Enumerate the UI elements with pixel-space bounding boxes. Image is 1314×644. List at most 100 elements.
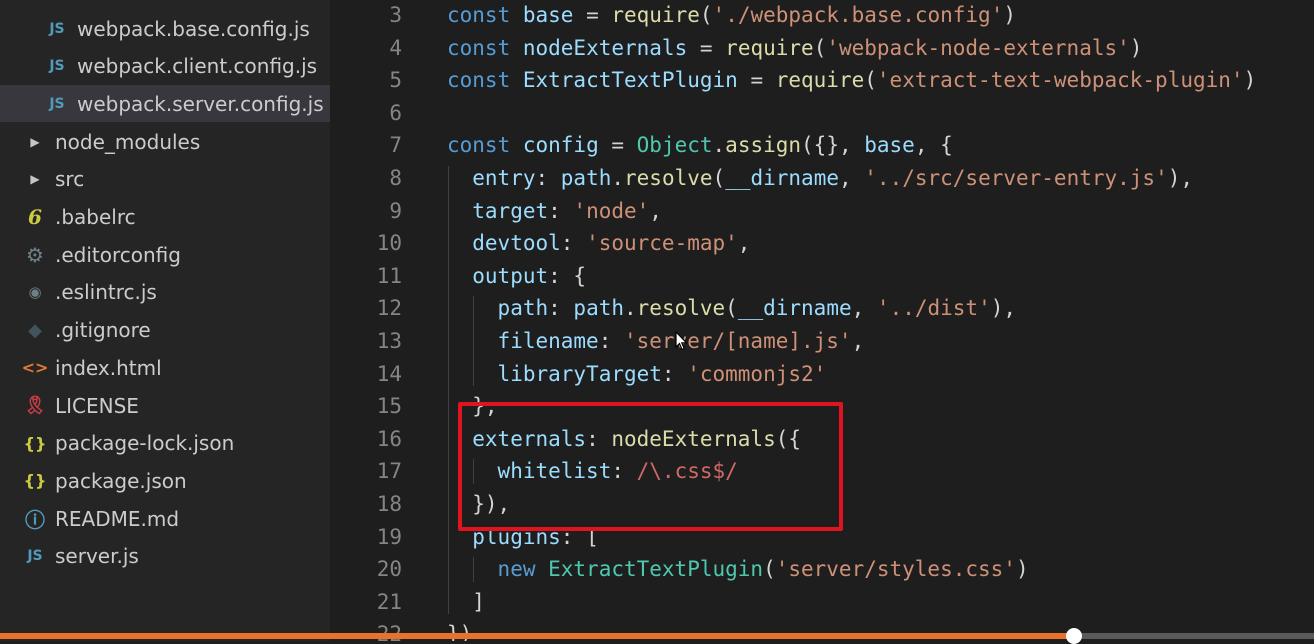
code-token: ExtractTextPlugin xyxy=(522,68,738,93)
line-number: 5 xyxy=(389,68,402,93)
code-token: path xyxy=(497,296,549,321)
code-token: devtool xyxy=(472,231,561,256)
line-number: 4 xyxy=(389,35,402,60)
babel-icon: 6 xyxy=(28,205,42,229)
video-progress-played xyxy=(0,633,1074,639)
file-tree-item[interactable]: ◉ .eslintrc.js xyxy=(0,274,330,311)
code-token: ] xyxy=(472,589,485,614)
code-token: ( xyxy=(725,296,738,321)
file-tree-item[interactable]: {} package-lock.json xyxy=(0,425,330,462)
code-line[interactable]: 20 new ExtractTextPlugin('server/styles.c… xyxy=(330,553,1314,585)
code-token: const xyxy=(447,68,523,93)
code-token: './webpack.base.config' xyxy=(712,3,1004,27)
file-tree-item[interactable]: ▶ node_modules xyxy=(0,123,330,160)
code-line[interactable]: 8 entry: path.resolve(__dirname, '../src/… xyxy=(330,162,1314,194)
info-icon: ⓘ xyxy=(25,508,45,533)
code-token: . xyxy=(611,166,625,190)
code-token: ExtractTextPlugin xyxy=(548,557,764,582)
file-tree-label: server.js xyxy=(55,544,139,569)
code-line[interactable]: 21] xyxy=(330,586,1314,618)
line-number: 13 xyxy=(376,329,402,353)
code-token: 'server/styles.css' xyxy=(775,557,1016,582)
file-tree-item[interactable]: JS webpack.client.config.js xyxy=(0,48,330,85)
file-tree-item[interactable]: 6 .babelrc xyxy=(0,199,330,236)
code-token: : xyxy=(548,296,574,321)
code-line[interactable]: 3 const base = require('./webpack.base.co… xyxy=(330,0,1314,31)
code-token: , xyxy=(838,166,865,190)
file-tree-item[interactable]: JS server.js xyxy=(0,538,330,575)
code-token: , { xyxy=(914,133,953,158)
code-token: '../src/server-entry.js' xyxy=(864,166,1168,190)
code-line[interactable]: 7 const config = Object.assign({}, base, … xyxy=(330,129,1314,161)
file-tree-item[interactable]: ⚙ .editorconfig xyxy=(0,236,330,273)
file-tree-item[interactable]: ▶ src xyxy=(0,161,330,198)
code-token: __dirname xyxy=(737,296,852,321)
code-token: , xyxy=(851,329,865,353)
code-token: = xyxy=(598,133,637,158)
code-token: base xyxy=(522,3,574,27)
code-token: = xyxy=(687,35,726,60)
file-tree-item[interactable]: ⓘ README.md xyxy=(0,500,330,537)
code-token: require xyxy=(775,68,865,93)
file-tree-label: .eslintrc.js xyxy=(55,280,157,305)
file-tree-item[interactable]: JS webpack.base.config.js xyxy=(0,10,330,47)
code-token: 'extract-text-webpack-plugin' xyxy=(876,68,1244,93)
line-number: 3 xyxy=(389,3,402,27)
file-tree-label: webpack.client.config.js xyxy=(77,54,318,79)
video-progress-bar[interactable] xyxy=(0,628,1314,644)
eslint-icon: ◉ xyxy=(28,283,42,302)
indent-guide xyxy=(473,296,475,387)
code-token: require xyxy=(611,3,700,27)
video-scrubber-handle[interactable] xyxy=(1065,628,1082,644)
line-number: 6 xyxy=(389,100,402,125)
js-icon: JS xyxy=(27,548,43,565)
code-token: const xyxy=(447,133,523,158)
code-token: ) xyxy=(1129,35,1143,60)
file-tree-item[interactable]: JS webpack.server.config.js xyxy=(0,85,330,123)
code-line[interactable]: 9 target: 'node', xyxy=(330,195,1314,227)
file-tree-item[interactable]: <> index.html xyxy=(0,349,330,386)
annotation-highlight-box xyxy=(458,402,843,531)
code-token: ) xyxy=(1243,68,1257,93)
line-number: 9 xyxy=(389,198,402,223)
js-icon: JS xyxy=(49,20,65,37)
file-tree-label: package.json xyxy=(55,468,187,493)
code-line[interactable]: 10 devtool: 'source-map', xyxy=(330,227,1314,259)
code-token: const xyxy=(447,35,523,60)
code-token: target xyxy=(472,198,549,223)
code-line[interactable]: 5 const ExtractTextPlugin = require('extr… xyxy=(330,64,1314,96)
code-text: output: { xyxy=(472,260,586,292)
code-line[interactable]: 12 path: path.resolve(__dirname, '../dist… xyxy=(330,292,1314,324)
code-line[interactable]: 6 xyxy=(330,97,1314,129)
file-tree-item[interactable]: ◆ .gitignore xyxy=(0,312,330,349)
file-tree-item[interactable]: 🎗 LICENSE xyxy=(0,387,330,424)
code-token: : xyxy=(598,329,624,353)
file-tree-label: .babelrc xyxy=(55,205,136,229)
code-token: ( xyxy=(813,35,827,60)
gear-icon: ⚙ xyxy=(26,242,44,267)
code-token: output xyxy=(472,263,549,288)
code-token: filename xyxy=(497,329,599,353)
code-line[interactable]: 14 libraryTarget: 'commonjs2' xyxy=(330,358,1314,390)
code-text: path: path.resolve(__dirname, '../dist')… xyxy=(498,292,1016,324)
file-tree-label: webpack.base.config.js xyxy=(77,16,310,41)
code-token: , xyxy=(649,198,662,223)
code-line[interactable]: 13 filename: 'server/[name].js', xyxy=(330,325,1314,357)
code-line[interactable]: 4 const nodeExternals = require('webpack-… xyxy=(330,32,1314,64)
file-tree-label: node_modules xyxy=(55,129,201,154)
line-number: 7 xyxy=(389,133,402,158)
file-explorer: JS webpack.base.config.js JS webpack.client… xyxy=(0,0,330,641)
git-icon: ◆ xyxy=(28,319,42,341)
line-number: 16 xyxy=(376,426,402,451)
code-token: ) xyxy=(1015,557,1029,582)
code-token: new xyxy=(497,557,549,582)
file-tree-label: webpack.server.config.js xyxy=(77,91,324,116)
code-token: libraryTarget xyxy=(497,361,662,386)
code-token: = xyxy=(573,3,612,27)
code-line[interactable]: 11 output: { xyxy=(330,260,1314,292)
code-token: ) xyxy=(1003,3,1016,27)
file-tree-label: index.html xyxy=(55,355,162,380)
code-editor[interactable]: 3 const base = require ( './webpack.base.co… xyxy=(330,0,1314,641)
file-tree-item[interactable]: {} package.json xyxy=(0,462,330,499)
code-token: assign xyxy=(725,133,802,158)
